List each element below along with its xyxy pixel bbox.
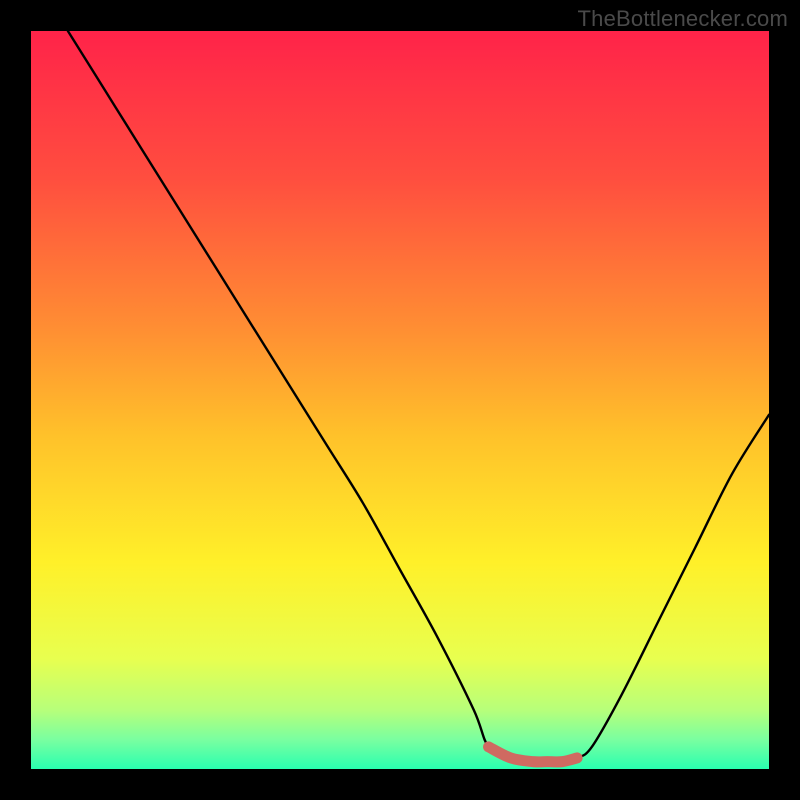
bottleneck-chart xyxy=(0,0,800,800)
plot-background xyxy=(31,31,769,769)
watermark-text: TheBottlenecker.com xyxy=(578,6,788,32)
